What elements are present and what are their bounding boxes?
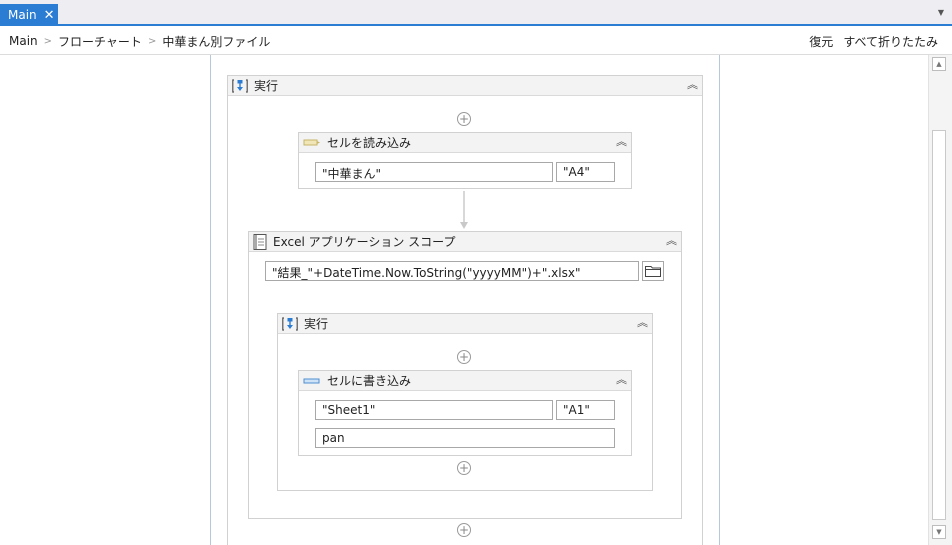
breadcrumb-item-flowchart[interactable]: フローチャート <box>58 33 142 50</box>
collapse-icon[interactable]: ︽ <box>637 317 648 329</box>
browse-folder-button[interactable] <box>642 261 664 281</box>
flowchart-boundary-left <box>210 55 211 545</box>
collapse-icon[interactable]: ︽ <box>687 79 698 91</box>
collapse-icon[interactable]: ︽ <box>616 136 627 148</box>
breadcrumb: Main > フローチャート > 中華まん別ファイル 復元 すべて折りたたみ <box>0 28 952 55</box>
tab-main[interactable]: Main ✕ <box>0 4 58 26</box>
scroll-down-icon[interactable]: ▼ <box>932 525 946 539</box>
breadcrumb-item-current: 中華まん別ファイル <box>162 34 271 49</box>
read-cell-header[interactable]: セルを読み込み ︽ <box>299 133 631 153</box>
collapse-all-button[interactable]: すべて折りたたみ <box>843 33 938 50</box>
workbook-path-input[interactable]: "結果_"+DateTime.Now.ToString("yyyyMM")+".… <box>265 261 639 281</box>
outer-sequence-header[interactable]: 実行 ︽ <box>228 76 702 96</box>
scroll-up-icon[interactable]: ▲ <box>932 57 946 71</box>
write-cell-value-input[interactable]: pan <box>315 428 615 448</box>
tab-main-label: Main <box>8 8 37 22</box>
excel-scope-header[interactable]: Excel アプリケーション スコープ ︽ <box>249 232 681 252</box>
vertical-scrollbar[interactable]: ▲ ▼ <box>928 55 952 545</box>
designer-canvas[interactable]: 実行 ︽ + セルを読み込み ︽ "中華まん" "A4" Excel アプリケー… <box>0 55 928 545</box>
collapse-icon[interactable]: ︽ <box>666 235 677 247</box>
breadcrumb-item-main[interactable]: Main <box>9 34 38 48</box>
write-cell-title: セルに書き込み <box>327 374 412 388</box>
add-activity-icon[interactable]: + <box>457 461 471 475</box>
read-cell-title: セルを読み込み <box>327 136 412 150</box>
chevron-right-icon: > <box>43 35 53 47</box>
write-cell-range-input[interactable]: "A1" <box>556 400 615 420</box>
flowchart-boundary-right <box>719 55 720 545</box>
outer-sequence-title: 実行 <box>254 79 279 93</box>
document-tab-bar: Main ✕ ▼ <box>0 0 952 26</box>
excel-scope-title: Excel アプリケーション スコープ <box>273 235 456 249</box>
add-activity-icon[interactable]: + <box>457 112 471 126</box>
add-activity-icon[interactable]: + <box>457 350 471 364</box>
collapse-icon[interactable]: ︽ <box>616 374 627 386</box>
add-activity-icon[interactable]: + <box>457 523 471 537</box>
tab-dropdown-icon[interactable]: ▼ <box>938 8 944 17</box>
sequence-icon <box>232 78 248 93</box>
read-cell-sheet-input[interactable]: "中華まん" <box>315 162 553 182</box>
inner-sequence-header[interactable]: 実行 ︽ <box>278 314 652 334</box>
write-cell-sheet-input[interactable]: "Sheet1" <box>315 400 553 420</box>
write-cell-header[interactable]: セルに書き込み ︽ <box>299 371 631 391</box>
scrollbar-thumb[interactable] <box>932 130 946 520</box>
write-cell-icon <box>303 378 320 383</box>
read-cell-icon <box>303 139 320 145</box>
restore-button[interactable]: 復元 <box>809 33 833 50</box>
read-cell-range-input[interactable]: "A4" <box>556 162 615 182</box>
connector-arrow <box>460 191 468 229</box>
close-icon[interactable]: ✕ <box>44 9 55 22</box>
chevron-right-icon: > <box>147 35 157 47</box>
folder-icon <box>645 266 661 277</box>
excel-scope-icon <box>253 233 267 250</box>
inner-sequence-title: 実行 <box>304 317 329 331</box>
sequence-icon <box>282 316 298 331</box>
